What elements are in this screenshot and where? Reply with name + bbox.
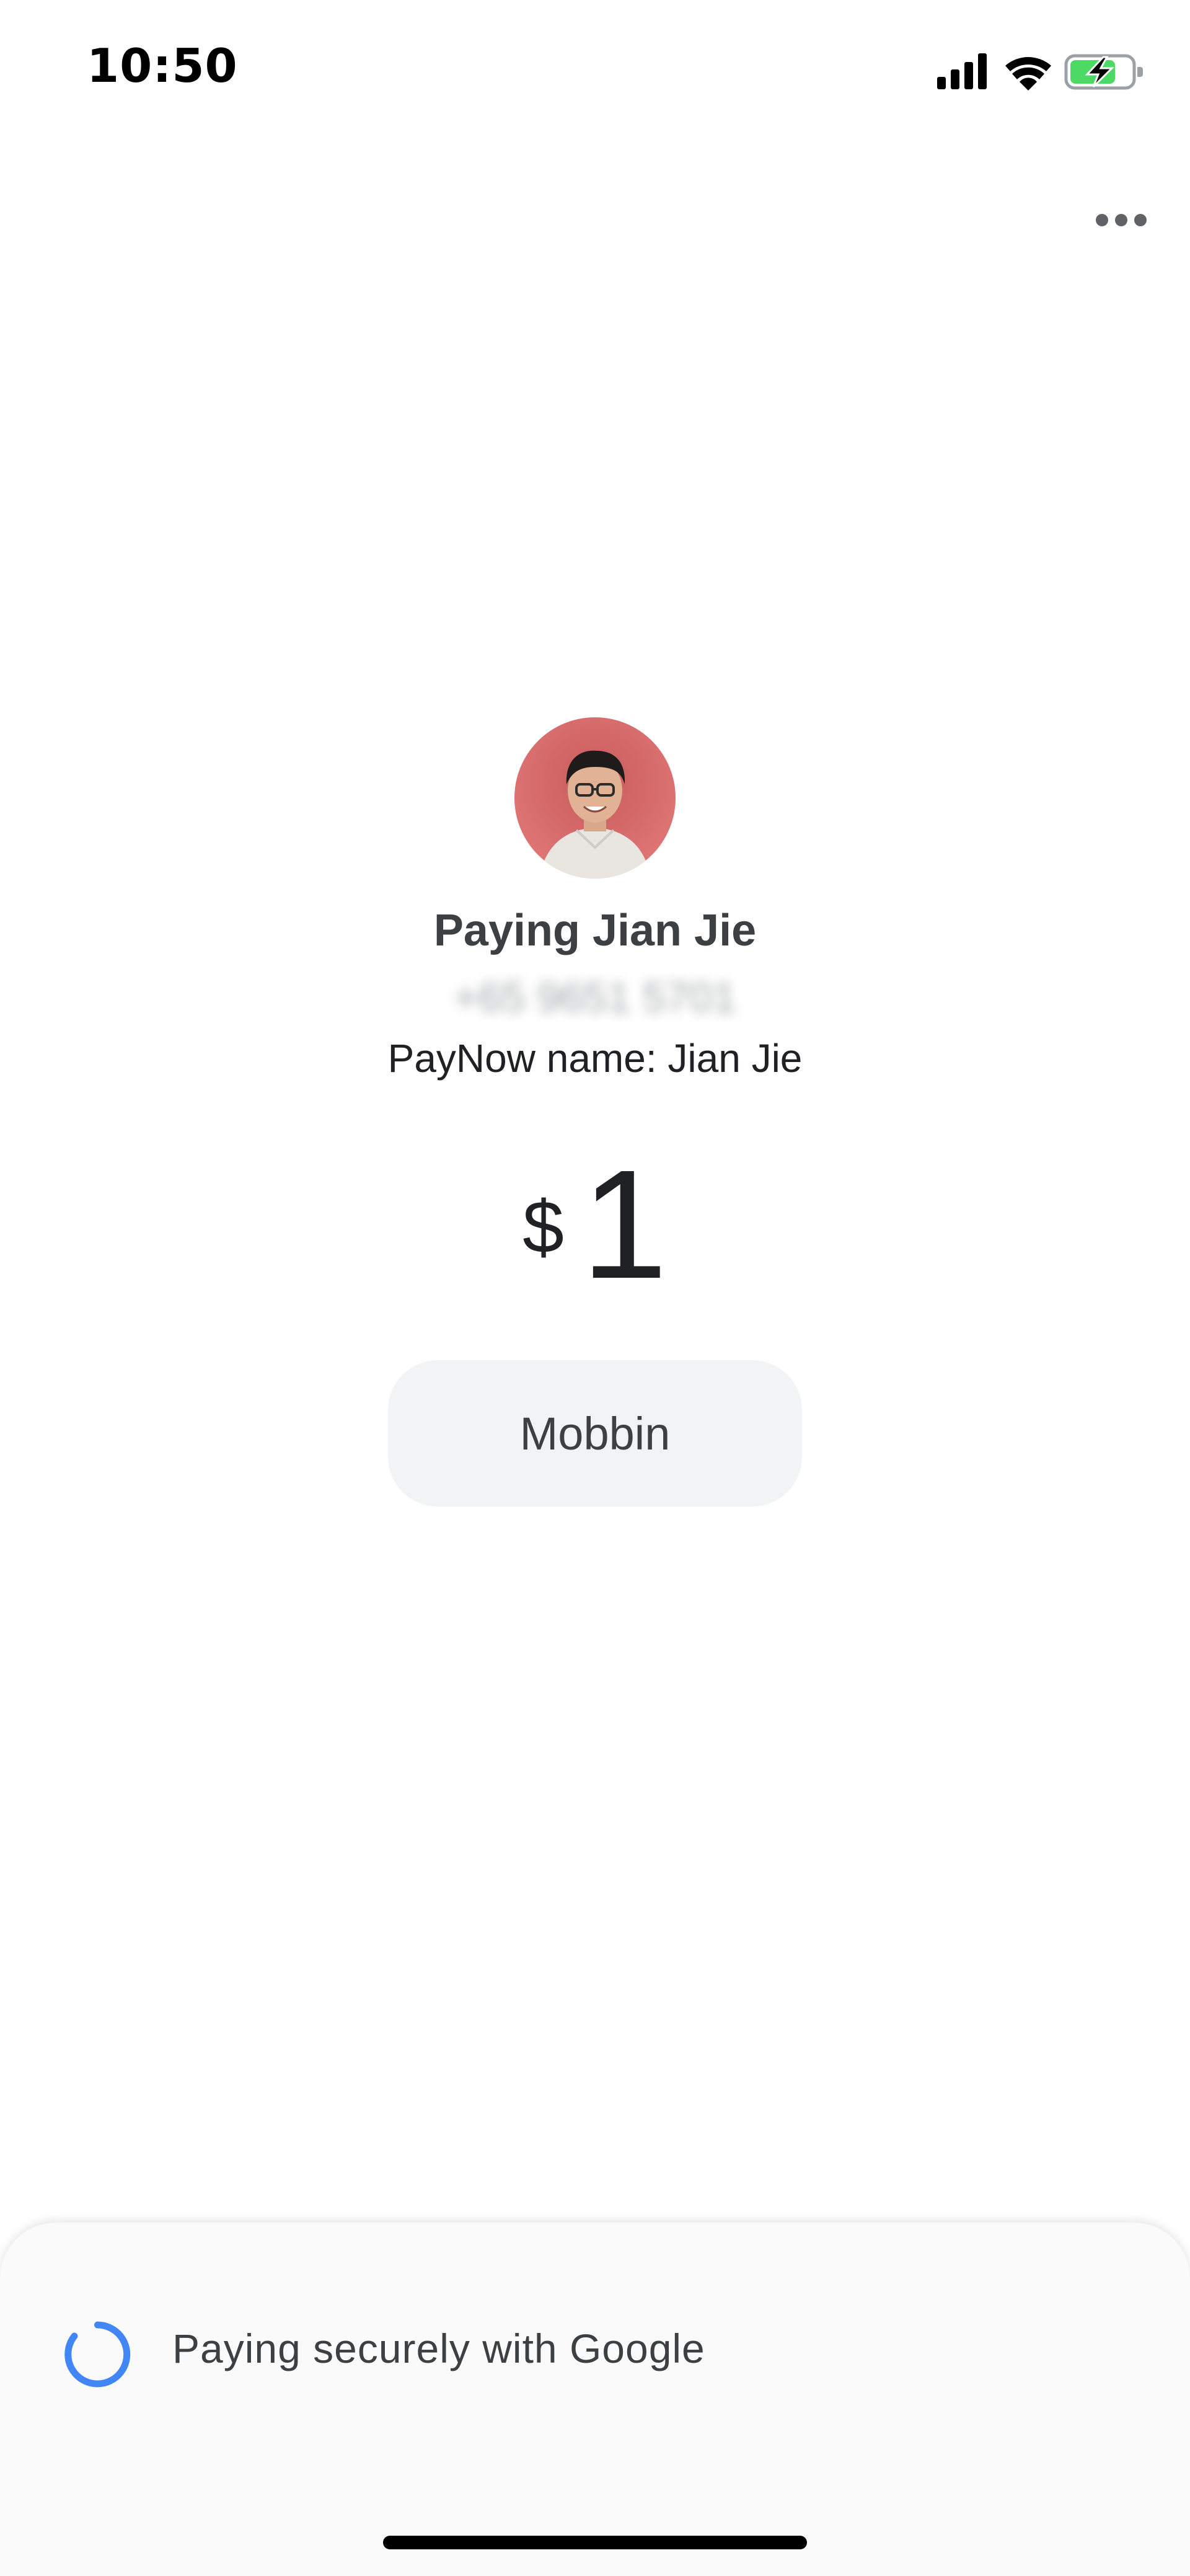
paynow-name: PayNow name: Jian Jie <box>387 1036 803 1081</box>
wifi-icon <box>1005 57 1051 91</box>
payment-note-chip[interactable]: Mobbin <box>388 1360 802 1507</box>
battery-charging-icon <box>1064 54 1143 90</box>
payment-note-label: Mobbin <box>519 1407 671 1459</box>
payment-status-text: Paying securely with Google <box>172 2326 705 2371</box>
status-icons <box>937 53 1143 91</box>
currency-symbol: $ <box>522 1185 564 1268</box>
avatar-photo <box>514 717 676 879</box>
more-options-button[interactable] <box>1087 198 1155 242</box>
amount-value: 1 <box>581 1138 668 1311</box>
payee-phone-number: +65 9651 5701 <box>454 974 736 1021</box>
home-indicator[interactable] <box>383 2536 807 2549</box>
more-horizontal-icon <box>1096 214 1147 226</box>
payee-title: Paying Jian Jie <box>433 906 757 955</box>
payee-avatar <box>514 717 676 879</box>
payment-amount[interactable]: $ 1 <box>0 1147 1190 1302</box>
status-time: 10:50 <box>87 38 238 93</box>
loading-spinner-icon <box>64 2321 131 2388</box>
cellular-signal-icon <box>937 53 987 89</box>
payment-status-sheet <box>0 2223 1190 2576</box>
